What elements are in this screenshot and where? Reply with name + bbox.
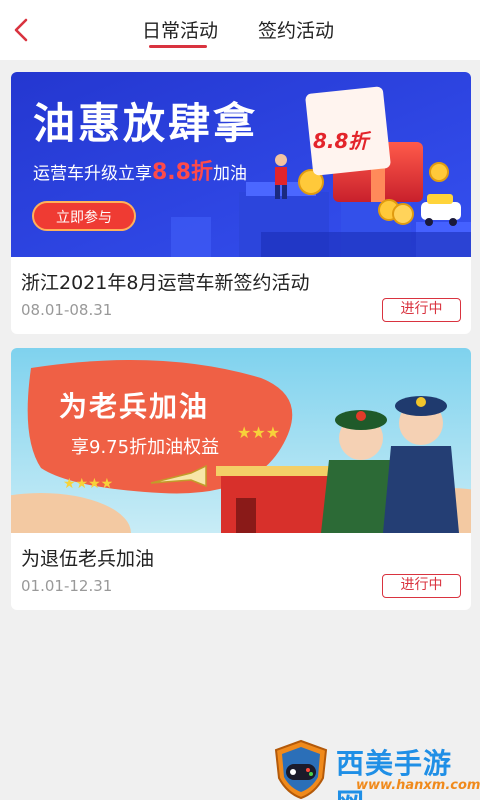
activity-title: 浙江2021年8月运营车新签约活动 — [21, 272, 310, 294]
back-arrow-icon[interactable] — [6, 14, 38, 46]
activity-card[interactable]: ★★★ ★★★★ 为老兵加油 享9.75折加油权益 为退伍老兵加油 01.01-… — [11, 348, 471, 610]
status-badge: 进行中 — [382, 298, 461, 322]
ticket-discount-text: 8.8折 — [313, 129, 371, 153]
banner-subtitle: 运营车升级立享8.8折加油 — [33, 160, 247, 185]
activity-date-range: 01.01-12.31 — [21, 577, 113, 595]
activity-banner-image[interactable]: ★★★ ★★★★ 为老兵加油 享9.75折加油权益 — [11, 348, 471, 533]
watermark-url: www.hanxm.com — [356, 778, 480, 793]
tab-contract-activities[interactable]: 签约活动 — [258, 16, 334, 43]
activity-card[interactable]: 8.8折 油惠放肆拿 运营车升级立享8.8折加油 立即参与 浙江2021年8月运… — [11, 72, 471, 334]
activity-title: 为退伍老兵加油 — [21, 548, 155, 570]
active-tab-indicator — [149, 45, 207, 48]
status-badge: 进行中 — [382, 574, 461, 598]
banner-headline: 油惠放肆拿 — [33, 99, 258, 148]
star-icon: ★★★★ — [63, 476, 113, 492]
banner-subtitle: 享9.75折加油权益 — [71, 437, 219, 458]
top-bar: 日常活动 签约活动 — [0, 0, 480, 60]
join-now-button-label: 立即参与 — [56, 209, 112, 226]
site-watermark: 西美手游网 www.hanxm.com — [270, 738, 480, 800]
activity-banner-image[interactable]: 8.8折 油惠放肆拿 运营车升级立享8.8折加油 立即参与 — [11, 72, 471, 257]
star-icon: ★★★ — [237, 423, 280, 442]
tab-daily-activities[interactable]: 日常活动 — [142, 16, 218, 43]
banner-headline: 为老兵加油 — [59, 390, 209, 423]
activity-date-range: 08.01-08.31 — [21, 301, 113, 319]
gamepad-shield-logo-icon — [274, 739, 328, 800]
